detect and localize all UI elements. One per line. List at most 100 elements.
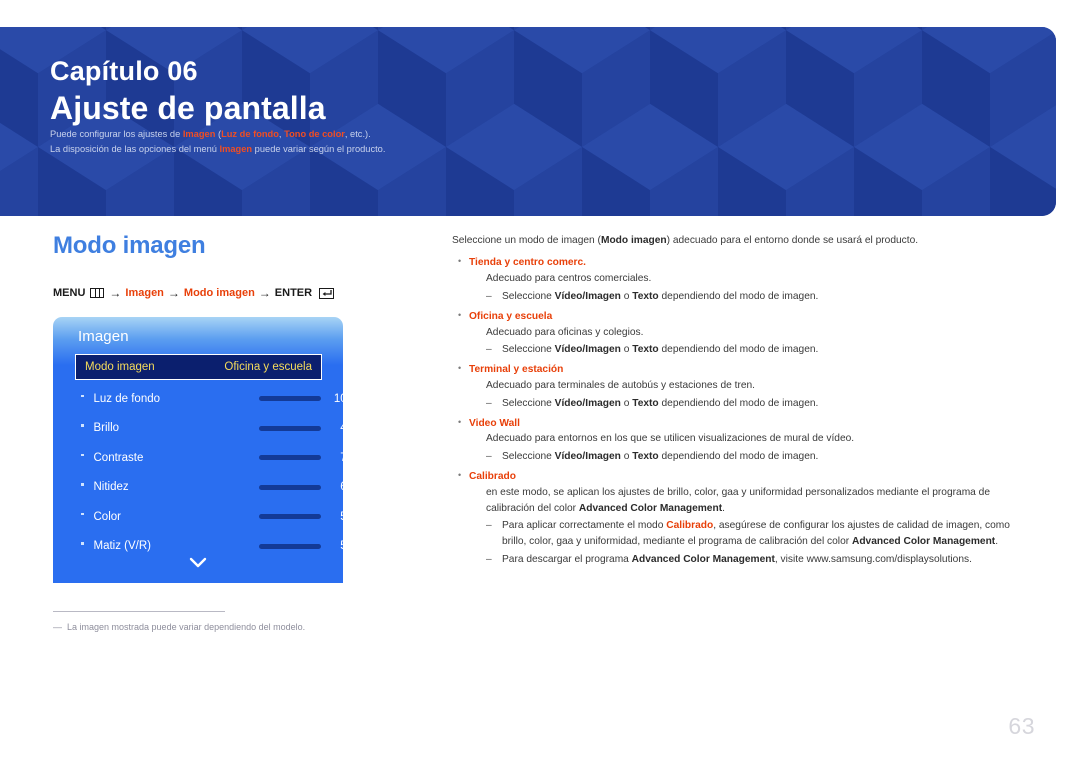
mode-head: • Oficina y escuela (452, 309, 1018, 325)
osd-selected-item-modo-imagen[interactable]: Modo imagen Oficina y escuela (75, 354, 322, 380)
osd-row-slider[interactable] (259, 543, 321, 549)
picture-modes-list: • Tienda y centro comerc. Adecuado para ce… (452, 255, 1018, 465)
chevron-down-icon[interactable] (53, 557, 343, 569)
osd-row-label: Matiz (V/R) (93, 540, 152, 552)
dash-icon: – (486, 290, 492, 302)
bullet-dot-icon (81, 394, 84, 398)
bullet-icon: • (458, 256, 462, 267)
sub-p2: o (620, 290, 633, 302)
sub-p3: dependiendo del modo de imagen. (658, 290, 819, 302)
enter-label: ENTER (274, 287, 313, 299)
banner-note-1-prefix: Puede configurar los ajustes de (50, 129, 183, 140)
dash-icon-calibrado-1: – (486, 520, 492, 532)
osd-row-label: Brillo (93, 422, 120, 434)
sub-p3: dependiendo del modo de imagen. (658, 344, 819, 356)
cal-sub2-bold-acm: Advanced Color Management (631, 554, 775, 566)
mode-sub-text: Seleccione Vídeo/Imagen o Texto dependie… (502, 289, 1018, 305)
arrow-icon-2: → (167, 286, 180, 300)
osd-row[interactable]: Luz de fondo 100 (75, 389, 343, 408)
cal-sub1-bold-acm: Advanced Color Management (851, 536, 996, 548)
bullet-dot-icon (81, 483, 84, 486)
osd-selected-value: Oficina y escuela (224, 361, 312, 373)
osd-row-slider[interactable] (259, 514, 321, 519)
sub-p1: Seleccione (502, 344, 555, 356)
osd-row-label: Nitidez (93, 481, 129, 493)
bullet-dot-icon (81, 424, 84, 427)
mode-title-calibrado: Calibrado (469, 471, 516, 483)
mode-sub: – Seleccione Vídeo/Imagen o Texto dependi… (452, 289, 1018, 305)
menu-path-step-imagen[interactable]: Imagen (125, 287, 164, 299)
banner-note-line-2: La disposición de las opciones del menú … (50, 142, 385, 157)
banner-note-2-hl-imagen: Imagen (219, 144, 253, 155)
bullet-icon: • (458, 416, 462, 427)
intro-paragraph: Seleccione un modo de imagen (Modo image… (452, 233, 1018, 248)
osd-row-slider[interactable] (259, 396, 321, 401)
mode-sub-calibrado-2: – Para descargar el programa Advanced Co… (452, 552, 1018, 568)
mode-desc: Adecuado para centros comerciales. (486, 273, 652, 285)
sub-p1: Seleccione (502, 290, 555, 302)
dash-icon: – (486, 397, 492, 409)
mode-sub-text: Seleccione Vídeo/Imagen o Texto dependie… (502, 396, 1018, 412)
mode-sub: – Seleccione Vídeo/Imagen o Texto dependi… (452, 449, 1018, 465)
osd-row-slider[interactable] (259, 425, 321, 431)
mode-desc: Adecuado para oficinas y colegios. (486, 326, 644, 338)
osd-row[interactable]: Matiz (V/R) 50 (75, 537, 343, 556)
sub-bold-texto: Texto (632, 344, 659, 356)
osd-row[interactable]: Brillo 45 (75, 419, 343, 438)
osd-row-value: 45 (327, 422, 343, 434)
osd-row-value: 70 (327, 452, 343, 464)
calibrado-desc-p1: en este modo, se aplican los ajustes de … (486, 486, 991, 514)
menu-path-step-modo-imagen[interactable]: Modo imagen (184, 287, 255, 299)
bullet-dot-icon (81, 512, 84, 516)
chapter-label: Capítulo 06 (50, 56, 198, 86)
arrow-icon-3: → (258, 286, 271, 300)
cal-sub2-p1: Para descargar el programa (502, 554, 632, 566)
sub-bold-video-imagen: Vídeo/Imagen (554, 344, 621, 356)
banner-note-1-hl-tono: Tono de color (284, 129, 345, 140)
banner-note-line-1: Puede configurar los ajustes de Imagen (… (50, 127, 385, 142)
osd-panel-title: Imagen (78, 328, 129, 345)
osd-row-slider[interactable] (259, 455, 321, 460)
osd-menu-panel[interactable]: Imagen Modo imagen Oficina y escuela Luz… (53, 317, 343, 583)
mode-block: • Video Wall Adecuado para entornos en los… (452, 416, 1018, 465)
banner-note-1-hl-imagen: Imagen (182, 129, 216, 140)
calibrado-desc-bold-acm: Advanced Color Management (578, 502, 723, 514)
osd-row[interactable]: Color 50 (75, 507, 343, 526)
page-title: Modo imagen (53, 232, 206, 259)
cal-sub1-p1: Para aplicar correctamente el modo (502, 520, 667, 532)
banner-text-block: Capítulo 06 Ajuste de pantalla Puede con… (50, 55, 385, 157)
osd-selected-label: Modo imagen (85, 361, 155, 373)
banner-note-2-prefix: La disposición de las opciones del menú (50, 144, 220, 155)
mode-sub-text-calibrado-2: Para descargar el programa Advanced Colo… (502, 552, 1018, 568)
calibrado-desc-p2: . (722, 502, 725, 514)
mode-head: • Terminal y estación (452, 362, 1018, 378)
content-column: Seleccione un modo de imagen (Modo image… (452, 233, 1018, 571)
enter-key-icon (319, 287, 335, 299)
osd-row-slider[interactable] (259, 484, 321, 490)
mode-title: Terminal y estación (469, 364, 564, 376)
sub-bold-texto: Texto (632, 397, 659, 409)
footnote-dash: ― (53, 622, 62, 632)
osd-row-label: Color (93, 510, 121, 523)
osd-row[interactable]: Contraste 70 (75, 448, 343, 467)
intro-bold-modo-imagen: Modo imagen (600, 235, 667, 246)
sub-bold-texto: Texto (632, 290, 659, 302)
chapter-title: Ajuste de pantalla (50, 89, 326, 126)
dash-icon-calibrado-2: – (486, 554, 492, 566)
sub-bold-video-imagen: Vídeo/Imagen (554, 290, 621, 302)
mode-desc: Adecuado para terminales de autobús y es… (486, 379, 756, 391)
mode-head: • Tienda y centro comerc. (452, 255, 1018, 271)
arrow-icon-1: → (109, 286, 122, 300)
chapter-banner: Capítulo 06 Ajuste de pantalla Puede con… (0, 27, 1056, 216)
sub-bold-video-imagen: Vídeo/Imagen (554, 397, 621, 409)
sub-p1: Seleccione (502, 451, 555, 463)
sub-p2: o (620, 397, 633, 409)
cal-sub1-p3: . (995, 536, 999, 548)
sub-p3: dependiendo del modo de imagen. (658, 397, 819, 409)
mode-sub-text: Seleccione Vídeo/Imagen o Texto dependie… (502, 342, 1018, 358)
mode-title: Oficina y escuela (469, 310, 553, 322)
menu-grid-icon (90, 288, 105, 298)
osd-row[interactable]: Nitidez 65 (75, 478, 343, 497)
mode-sub: – Seleccione Vídeo/Imagen o Texto dependi… (452, 396, 1018, 412)
mode-title: Tienda y centro comerc. (469, 257, 587, 269)
